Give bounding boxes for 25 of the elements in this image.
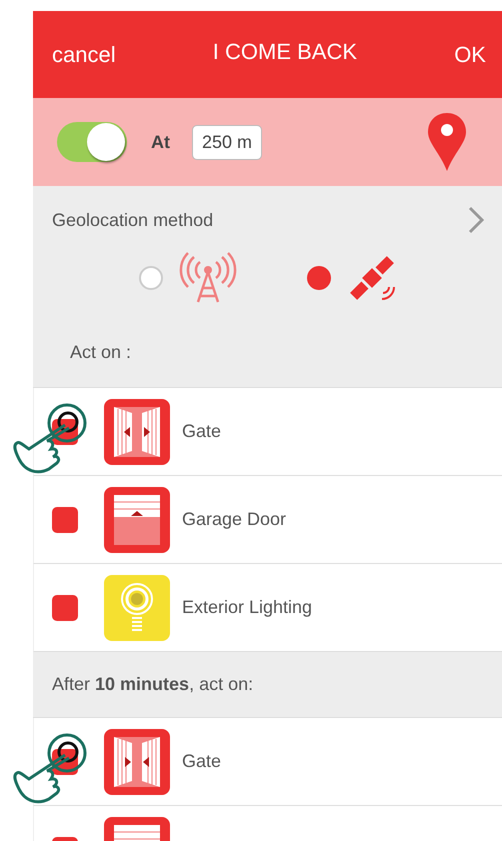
checkbox[interactable] xyxy=(52,594,78,620)
garage-door-icon xyxy=(104,486,170,552)
checkbox[interactable] xyxy=(52,506,78,532)
map-pin-icon xyxy=(428,113,466,171)
cell-tower-icon xyxy=(179,252,237,304)
gate-icon xyxy=(104,728,170,794)
ok-button[interactable]: OK xyxy=(454,42,486,68)
section-heading: After 10 minutes, act on: xyxy=(33,652,502,718)
light-bulb-icon xyxy=(104,574,170,640)
gate-icon xyxy=(104,398,170,464)
geolocation-label: Geolocation method xyxy=(52,210,214,230)
device-name: Gate xyxy=(182,751,222,772)
radio-button[interactable] xyxy=(139,266,163,290)
cancel-button[interactable]: cancel xyxy=(52,42,116,68)
radio-button[interactable] xyxy=(307,266,331,290)
device-name: Exterior Lighting xyxy=(182,597,312,618)
chevron-right-icon[interactable] xyxy=(468,206,484,234)
toggle-switch[interactable] xyxy=(57,122,127,162)
distance-field[interactable]: 250 m xyxy=(192,124,262,160)
screen-title: I COME BACK xyxy=(212,38,358,64)
at-label: At xyxy=(151,132,170,152)
section-heading: Act on : xyxy=(33,326,502,388)
device-name: Gate xyxy=(182,421,222,442)
device-name: Garage Door xyxy=(182,509,286,530)
satellite-icon xyxy=(347,253,397,303)
